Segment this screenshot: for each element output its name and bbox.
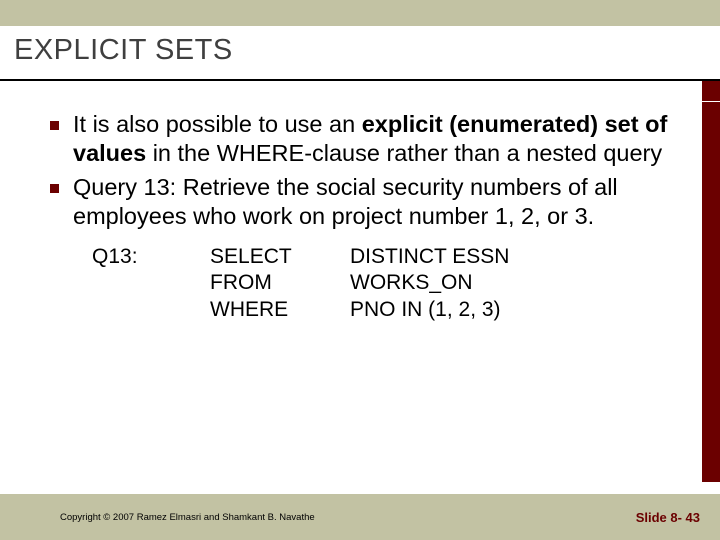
footer-bar: Copyright © 2007 Ramez Elmasri and Shamk…: [0, 494, 720, 540]
bullet-item: Query 13: Retrieve the social security n…: [50, 173, 684, 232]
slide-body: It is also possible to use an explicit (…: [0, 102, 720, 482]
side-accent-bar: [702, 102, 720, 482]
query-label: [92, 297, 210, 324]
divider-stripe: [0, 81, 720, 102]
query-keyword: SELECT: [210, 244, 350, 271]
query-line: FROMWORKS_ON: [92, 270, 684, 297]
query-line: Q13:SELECTDISTINCT ESSN: [92, 244, 684, 271]
query-block: Q13:SELECTDISTINCT ESSNFROMWORKS_ONWHERE…: [92, 244, 684, 325]
query-keyword: WHERE: [210, 297, 350, 324]
top-accent-bar: [0, 0, 720, 26]
bullet-square-icon: [50, 121, 59, 130]
slide-number: Slide 8- 43: [636, 510, 700, 525]
slide-title: EXPLICIT SETS: [14, 34, 706, 67]
bullet-text: It is also possible to use an explicit (…: [73, 110, 684, 169]
bullet-list: It is also possible to use an explicit (…: [50, 110, 684, 232]
query-argument: DISTINCT ESSN: [350, 244, 684, 271]
query-label: [92, 270, 210, 297]
bullet-square-icon: [50, 184, 59, 193]
copyright-text: Copyright © 2007 Ramez Elmasri and Shamk…: [60, 512, 315, 523]
query-line: WHEREPNO IN (1, 2, 3): [92, 297, 684, 324]
bullet-text: Query 13: Retrieve the social security n…: [73, 173, 684, 232]
bullet-item: It is also possible to use an explicit (…: [50, 110, 684, 169]
query-argument: WORKS_ON: [350, 270, 684, 297]
query-keyword: FROM: [210, 270, 350, 297]
query-argument: PNO IN (1, 2, 3): [350, 297, 684, 324]
title-container: EXPLICIT SETS: [0, 26, 720, 81]
query-label: Q13:: [92, 244, 210, 271]
